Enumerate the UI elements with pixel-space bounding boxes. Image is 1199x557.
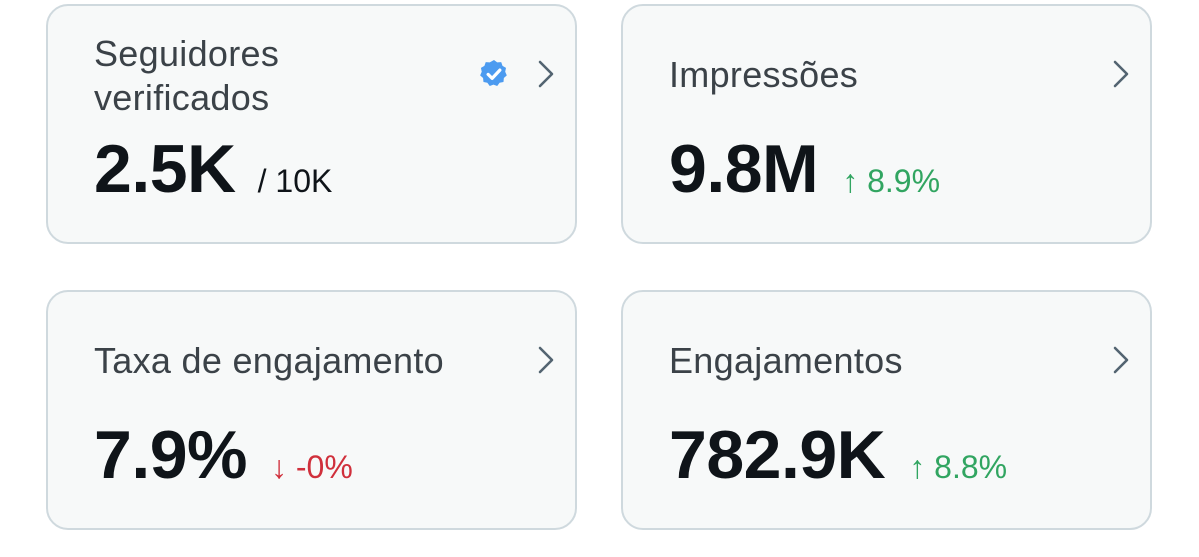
metric-value-row: 7.9% ↓ -0% [94, 420, 353, 490]
card-label: Engajamentos [669, 340, 903, 381]
chevron-right-icon [538, 346, 554, 374]
card-label: Seguidores verificados [94, 33, 280, 118]
metric-value: 7.9% [94, 417, 248, 493]
metric-card-verified-followers[interactable]: Seguidores verificados 2.5K / 10K [46, 4, 577, 244]
verified-badge-icon [480, 60, 507, 86]
metric-value: 9.8M [669, 131, 819, 207]
metric-change-up: ↑ 8.9% [842, 163, 941, 199]
metric-card-impressions[interactable]: Impressões 9.8M ↑ 8.9% [621, 4, 1152, 244]
metric-value-row: 782.9K ↑ 8.8% [669, 420, 1007, 490]
metric-value: 2.5K [94, 131, 236, 207]
metric-card-engagements[interactable]: Engajamentos 782.9K ↑ 8.8% [621, 290, 1152, 530]
metric-card-engagement-rate[interactable]: Taxa de engajamento 7.9% ↓ -0% [46, 290, 577, 530]
metric-denominator: / 10K [257, 163, 333, 199]
metric-value-row: 2.5K / 10K [94, 134, 332, 204]
metric-change-up: ↑ 8.8% [909, 449, 1008, 485]
card-label: Taxa de engajamento [94, 340, 444, 381]
metric-change-down: ↓ -0% [271, 449, 353, 485]
chevron-right-icon [538, 60, 554, 88]
chevron-right-icon [1113, 346, 1129, 374]
card-label: Impressões [669, 54, 859, 95]
metric-value-row: 9.8M ↑ 8.9% [669, 134, 940, 204]
chevron-right-icon [1113, 60, 1129, 88]
metric-value: 782.9K [669, 417, 886, 493]
